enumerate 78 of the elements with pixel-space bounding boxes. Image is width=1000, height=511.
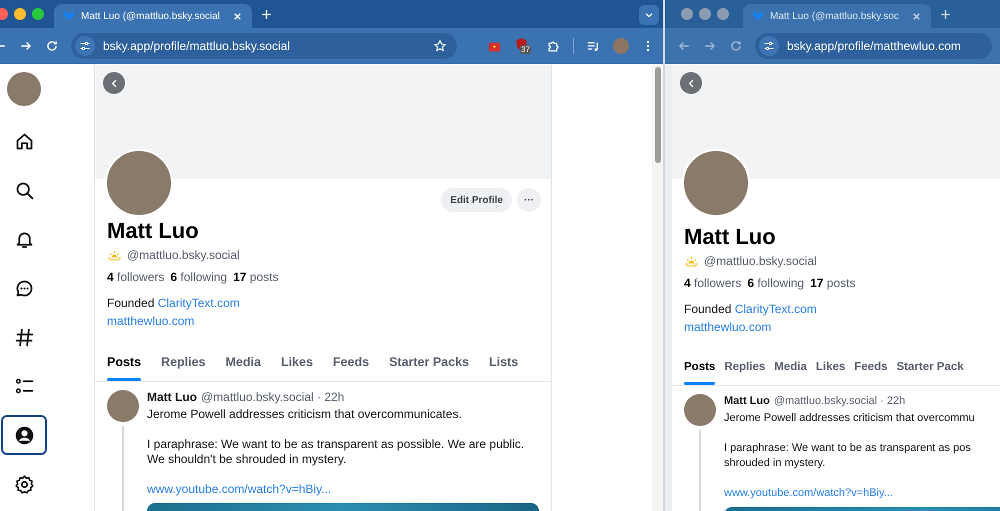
address-bar[interactable]: bsky.app/profile/mattluo.bsky.social (71, 33, 458, 59)
post-author[interactable]: Matt Luo (147, 390, 197, 405)
plus-icon[interactable] (938, 8, 952, 20)
url-text: bsky.app/profile/matthewluo.com (787, 38, 961, 55)
butterfly-icon (63, 10, 75, 22)
search-icon (14, 180, 34, 200)
post-author[interactable]: Matt Luo (724, 394, 770, 410)
more-options-button[interactable]: ··· (517, 188, 541, 212)
post-text: Jerome Powell addresses criticism that overcommunicates. (147, 406, 463, 422)
profile-tab[interactable]: Replies (724, 353, 766, 386)
browser-tab[interactable]: Matt Luo (@mattluo.bsky.social (54, 4, 252, 28)
post-meta: @mattluo.bsky.social · 22h (201, 390, 344, 405)
butterfly-icon (752, 10, 764, 22)
website-link[interactable]: matthewluo.com (107, 312, 194, 330)
profile-handle: @mattluo.bsky.social (127, 247, 240, 264)
back-button[interactable] (680, 72, 702, 94)
house-icon (14, 130, 34, 152)
badge-count: 37 (520, 45, 531, 54)
post-avatar[interactable] (107, 390, 139, 422)
edit-profile-button[interactable]: Edit Profile (441, 188, 512, 212)
scrollbar[interactable] (652, 64, 663, 511)
post-avatar[interactable] (684, 394, 716, 426)
website-link[interactable]: matthewluo.com (684, 318, 772, 336)
profile-handle: @mattluo.bsky.social (704, 253, 817, 270)
profile-tab[interactable]: Starter Pack (896, 353, 964, 386)
puzzle-icon[interactable] (546, 38, 562, 54)
post-link[interactable]: www.youtube.com/watch?v=hBiy... (724, 486, 893, 502)
profile-stat[interactable]: 6 following (747, 274, 804, 292)
profile-stat[interactable]: 4 followers (107, 268, 164, 286)
profile-bio: Founded ClarityText.com (684, 301, 818, 318)
browser-tab[interactable]: Matt Luo (@mattluo.bsky.soc (743, 4, 931, 28)
profile-tab[interactable]: Likes (816, 353, 846, 386)
user-avatar[interactable] (7, 72, 41, 106)
profile-tab[interactable]: Posts (107, 347, 142, 381)
window-control[interactable] (32, 8, 44, 20)
profile-tab[interactable]: Feeds (332, 347, 370, 381)
post-text: Jerome Powell addresses criticism that overcommu (724, 411, 976, 426)
profile-tab[interactable]: Media (774, 353, 807, 386)
profile-stat[interactable]: 6 following (170, 268, 228, 286)
tab-title: Matt Luo (@mattluo.bsky.soc (770, 10, 899, 24)
forward-arrow-icon[interactable] (19, 39, 33, 53)
tab-title: Matt Luo (@mattluo.bsky.social (81, 10, 220, 24)
profile-tab[interactable]: Starter Packs (389, 347, 469, 381)
reload-icon[interactable] (45, 39, 59, 53)
back-button[interactable] (103, 72, 125, 94)
profile-name: Matt Luo (107, 217, 200, 245)
profile-name: Matt Luo (684, 223, 777, 251)
bio-link[interactable]: ClarityText.com (158, 296, 240, 310)
profile-bio: Founded ClarityText.com (107, 295, 241, 312)
close-icon[interactable] (232, 10, 243, 22)
address-bar[interactable]: bsky.app/profile/matthewluo.com (755, 33, 992, 59)
list-icon (14, 376, 34, 396)
profile-tab[interactable]: Likes (280, 347, 313, 381)
site-settings-icon (763, 40, 775, 52)
post-meta: @mattluo.bsky.social · 22h (774, 394, 906, 410)
person-icon (14, 424, 34, 446)
chat-bubble-icon (14, 278, 34, 298)
post-link[interactable]: www.youtube.com/watch?v=hBiy... (147, 482, 332, 497)
close-icon[interactable] (910, 10, 922, 22)
tab-list-button[interactable] (639, 5, 659, 25)
hashtag-icon (14, 326, 34, 348)
site-settings-icon (79, 40, 91, 52)
post-text: I paraphrase: We want to be as transparent as possible. We are public. We shouldn't be shrouded in mystery. (147, 436, 526, 467)
bio-link[interactable]: ClarityText.com (734, 302, 817, 316)
url-text: bsky.app/profile/mattluo.bsky.social (103, 38, 290, 55)
profile-tab[interactable]: Media (226, 347, 261, 381)
profile-tab[interactable]: Posts (684, 353, 716, 386)
window-control[interactable] (14, 8, 26, 20)
profile-tab[interactable]: Replies (161, 347, 206, 381)
profile-stat[interactable]: 17 posts (233, 268, 278, 286)
profile-stat[interactable]: 17 posts (810, 274, 856, 292)
star-icon[interactable] (433, 39, 448, 53)
profile-tab[interactable]: Lists (488, 347, 518, 381)
profile-stat[interactable]: 4 followers (684, 274, 742, 292)
settings-icon (14, 474, 34, 494)
post-text: I paraphrase: We want to be as transparent as pos shrouded in mystery. (724, 441, 972, 472)
profile-tab[interactable]: Feeds (854, 353, 888, 386)
profile-nav-button[interactable] (1, 415, 47, 455)
